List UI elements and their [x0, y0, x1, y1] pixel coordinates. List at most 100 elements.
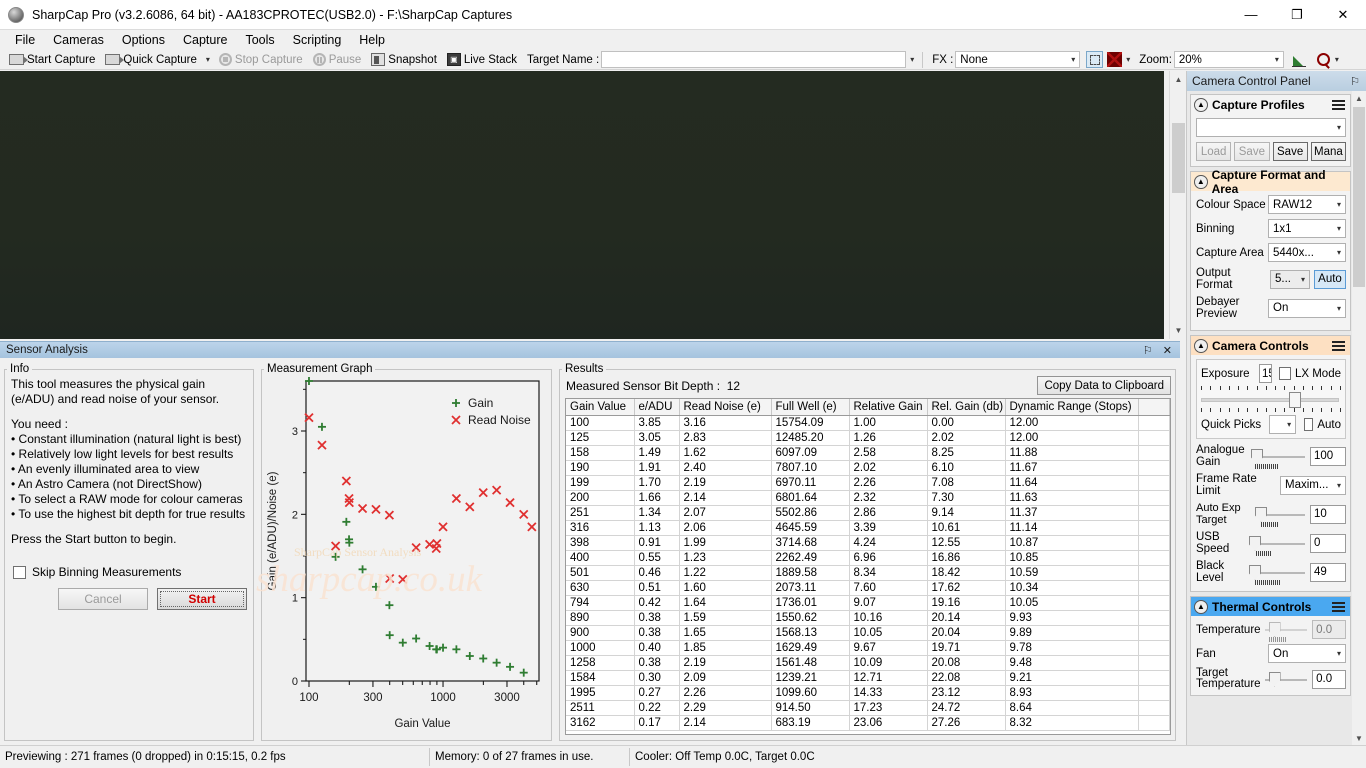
- table-row[interactable]: 251 1.34 2.07 5502.86 2.86 9.14 11.37: [566, 505, 1170, 521]
- results-column-header[interactable]: e/ADU: [634, 399, 680, 416]
- capture-area-select[interactable]: 5440x... ▾: [1268, 243, 1346, 262]
- output-format-auto-button[interactable]: Auto: [1314, 269, 1346, 289]
- table-row[interactable]: 316 1.13 2.06 4645.59 3.39 10.61 11.14: [566, 520, 1170, 536]
- usb-speed-slider[interactable]: [1249, 534, 1305, 556]
- table-row[interactable]: 200 1.66 2.14 6801.64 2.32 7.30 11.63: [566, 490, 1170, 506]
- results-column-header[interactable]: Full Well (e): [771, 399, 850, 416]
- slider-thumb[interactable]: [1251, 448, 1263, 464]
- cancel-button[interactable]: Cancel: [58, 588, 148, 610]
- frame-rate-limit-select[interactable]: Maxim... ▾: [1280, 475, 1346, 495]
- debayer-preview-select[interactable]: On ▾: [1268, 298, 1346, 318]
- table-row[interactable]: 501 0.46 1.22 1889.58 8.34 18.42 10.59: [566, 565, 1170, 581]
- capture-format-header[interactable]: ▲ Capture Format and Area: [1191, 168, 1350, 196]
- analogue-gain-slider[interactable]: [1249, 447, 1305, 469]
- scroll-up-icon[interactable]: ▲: [1170, 71, 1187, 88]
- quick-capture-button[interactable]: Quick Capture: [100, 50, 202, 69]
- preview-vertical-scrollbar[interactable]: ▲ ▼: [1169, 71, 1187, 339]
- thermal-controls-header[interactable]: ▲ Thermal Controls: [1191, 597, 1350, 616]
- collapse-chevron-icon[interactable]: ▲: [1194, 599, 1208, 614]
- table-row[interactable]: 630 0.51 1.60 2073.11 7.60 17.62 10.34: [566, 580, 1170, 596]
- magnifier-icon[interactable]: [1316, 52, 1331, 67]
- exposure-input[interactable]: 15: [1259, 364, 1273, 383]
- scrollbar-thumb[interactable]: [1172, 123, 1185, 193]
- live-stack-button[interactable]: ▣ Live Stack: [442, 50, 522, 69]
- black-level-input[interactable]: 49: [1310, 562, 1346, 582]
- no-reticule-icon[interactable]: [1107, 52, 1123, 67]
- camera-panel-scrollbar[interactable]: ▲ ▼: [1352, 91, 1366, 745]
- skip-binning-checkbox[interactable]: [13, 565, 26, 579]
- collapse-chevron-icon[interactable]: ▲: [1194, 97, 1208, 112]
- menu-cameras[interactable]: Cameras: [44, 31, 113, 49]
- table-row[interactable]: 1995 0.27 2.26 1099.60 14.33 23.12 8.93: [566, 685, 1170, 701]
- camera-preview-image[interactable]: [0, 71, 1164, 339]
- quick-capture-dropdown-icon[interactable]: ▾: [202, 51, 214, 69]
- slider-thumb[interactable]: [1268, 671, 1281, 687]
- results-column-header[interactable]: [1138, 399, 1170, 416]
- table-row[interactable]: 100 3.85 3.16 15754.09 1.00 0.00 12.00: [566, 415, 1170, 431]
- skip-binning-row[interactable]: Skip Binning Measurements: [5, 559, 253, 579]
- menu-file[interactable]: File: [6, 31, 44, 49]
- start-button[interactable]: Start: [157, 588, 247, 610]
- stop-capture-button[interactable]: Stop Capture: [214, 50, 308, 69]
- save-profile-disabled-button[interactable]: Save: [1234, 142, 1270, 161]
- exposure-slider[interactable]: [1201, 386, 1341, 412]
- quick-picks-select[interactable]: ▾: [1269, 415, 1297, 434]
- table-row[interactable]: 890 0.38 1.59 1550.62 10.16 20.14 9.93: [566, 610, 1170, 626]
- menu-help[interactable]: Help: [350, 31, 394, 49]
- results-table-container[interactable]: Gain Value e/ADU Read Noise (e) Full Well (…: [565, 398, 1171, 735]
- close-panel-icon[interactable]: ✕: [1163, 344, 1172, 357]
- maximize-button[interactable]: ❐: [1274, 0, 1320, 30]
- menu-hamburger-icon[interactable]: [1332, 601, 1345, 612]
- slider-thumb[interactable]: [1249, 535, 1261, 551]
- table-row[interactable]: 1000 0.40 1.85 1629.49 9.67 19.71 9.78: [566, 640, 1170, 656]
- table-row[interactable]: 190 1.91 2.40 7807.10 2.02 6.10 11.67: [566, 460, 1170, 476]
- collapse-chevron-icon[interactable]: ▲: [1194, 338, 1208, 353]
- table-row[interactable]: 199 1.70 2.19 6970.11 2.26 7.08 11.64: [566, 475, 1170, 491]
- start-capture-button[interactable]: Start Capture: [4, 50, 100, 69]
- collapse-chevron-icon[interactable]: ▲: [1194, 174, 1208, 189]
- colour-space-select[interactable]: RAW12 ▾: [1268, 195, 1346, 214]
- pin-icon[interactable]: ⚐: [1350, 75, 1366, 88]
- menu-capture[interactable]: Capture: [174, 31, 236, 49]
- results-column-header[interactable]: Rel. Gain (db): [927, 399, 1006, 416]
- menu-scripting[interactable]: Scripting: [284, 31, 351, 49]
- lx-mode-checkbox[interactable]: [1279, 367, 1291, 380]
- table-row[interactable]: 158 1.49 1.62 6097.09 2.58 8.25 11.88: [566, 445, 1170, 461]
- pin-icon[interactable]: ⚐: [1143, 344, 1153, 357]
- usb-speed-input[interactable]: 0: [1310, 533, 1346, 553]
- results-column-header[interactable]: Gain Value: [566, 399, 635, 416]
- output-format-select[interactable]: 5... ▾: [1270, 269, 1310, 289]
- menu-tools[interactable]: Tools: [236, 31, 283, 49]
- black-level-slider[interactable]: [1249, 563, 1305, 585]
- histogram-icon[interactable]: [1291, 53, 1307, 67]
- table-row[interactable]: 125 3.05 2.83 12485.20 1.26 2.02 12.00: [566, 430, 1170, 446]
- analogue-gain-input[interactable]: 100: [1310, 446, 1346, 466]
- copy-data-to-clipboard-button[interactable]: Copy Data to Clipboard: [1037, 376, 1171, 395]
- pause-button[interactable]: Pause: [308, 50, 367, 69]
- table-row[interactable]: 1258 0.38 2.19 1561.48 10.09 20.08 9.48: [566, 655, 1170, 671]
- results-column-header[interactable]: Relative Gain: [849, 399, 928, 416]
- reticule-dropdown-icon[interactable]: ▾: [1122, 51, 1134, 69]
- results-column-header[interactable]: Read Noise (e): [679, 399, 772, 416]
- camera-controls-header[interactable]: ▲ Camera Controls: [1191, 336, 1350, 355]
- table-row[interactable]: 900 0.38 1.65 1568.13 10.05 20.04 9.89: [566, 625, 1170, 641]
- table-row[interactable]: 2511 0.22 2.29 914.50 17.23 24.72 8.64: [566, 700, 1170, 716]
- magnifier-dropdown-icon[interactable]: ▾: [1331, 51, 1343, 69]
- zoom-select[interactable]: 20% ▾: [1173, 51, 1284, 68]
- binning-select[interactable]: 1x1 ▾: [1268, 219, 1346, 238]
- save-profile-button[interactable]: Save: [1272, 142, 1308, 161]
- table-row[interactable]: 398 0.91 1.99 3714.68 4.24 12.55 10.87: [566, 535, 1170, 551]
- menu-hamburger-icon[interactable]: [1332, 99, 1345, 110]
- close-button[interactable]: ✕: [1320, 0, 1366, 30]
- scroll-down-icon[interactable]: ▼: [1352, 731, 1366, 745]
- table-row[interactable]: 1584 0.30 2.09 1239.21 12.71 22.08 9.21: [566, 670, 1170, 686]
- auto-exposure-checkbox[interactable]: [1304, 418, 1314, 431]
- auto-exp-target-input[interactable]: 10: [1310, 504, 1346, 524]
- minimize-button[interactable]: —: [1228, 0, 1274, 30]
- target-temperature-slider[interactable]: [1261, 670, 1308, 689]
- target-name-input[interactable]: [601, 51, 907, 68]
- fx-select[interactable]: None ▾: [955, 51, 1081, 68]
- profile-select[interactable]: ▾: [1196, 118, 1346, 137]
- scroll-up-icon[interactable]: ▲: [1352, 91, 1366, 105]
- manage-profiles-button[interactable]: Mana: [1310, 142, 1346, 161]
